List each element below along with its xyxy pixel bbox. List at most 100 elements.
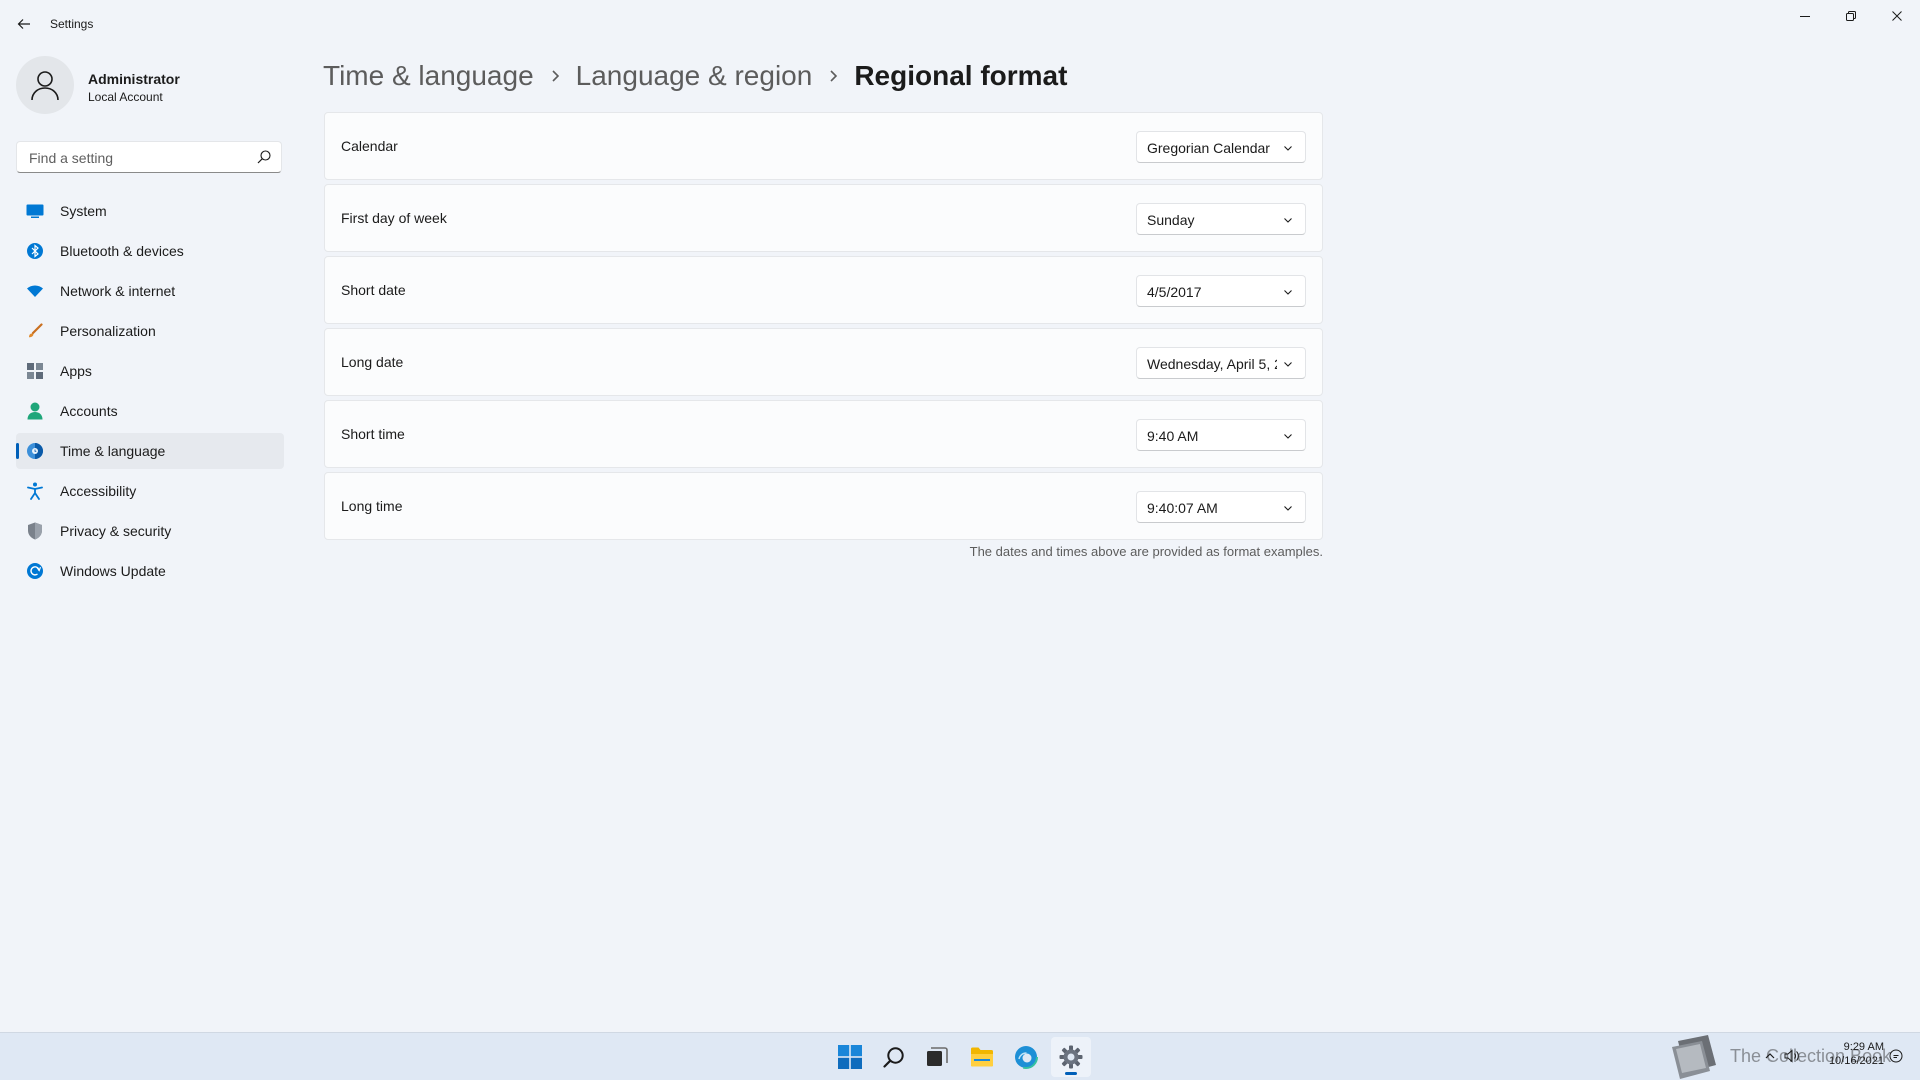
breadcrumb: Time & language Language & region Region…	[323, 54, 1067, 98]
breadcrumb-language-region[interactable]: Language & region	[576, 60, 813, 92]
user-icon	[31, 71, 59, 101]
taskbar	[0, 1032, 1920, 1080]
settings-list: Calendar Gregorian Calendar First day of…	[324, 112, 1323, 544]
dropdown-value: 4/5/2017	[1147, 284, 1202, 300]
bluetooth-icon	[26, 242, 44, 260]
settings-gear-icon	[1059, 1045, 1083, 1069]
breadcrumb-time-language[interactable]: Time & language	[323, 60, 534, 92]
dropdown-value: 9:40 AM	[1147, 428, 1199, 444]
edge-icon	[1014, 1045, 1038, 1069]
sidebar-item-label: Personalization	[60, 323, 156, 339]
volume-icon[interactable]	[1784, 1049, 1800, 1063]
sidebar-item-label: Windows Update	[60, 563, 166, 579]
notification-icon	[1889, 1049, 1903, 1063]
update-icon	[26, 562, 44, 580]
system-tray	[1764, 1044, 1800, 1068]
sidebar-item-label: Accessibility	[60, 483, 137, 499]
long-date-dropdown[interactable]: Wednesday, April 5, 2017	[1136, 347, 1306, 379]
chevron-down-icon	[1284, 218, 1292, 223]
brush-icon	[26, 322, 44, 340]
dropdown-value: 9:40:07 AM	[1147, 500, 1218, 516]
sidebar-item-label: Time & language	[60, 443, 166, 459]
chevron-right-icon	[534, 66, 576, 86]
sidebar-item-system[interactable]: System	[16, 193, 284, 229]
setting-label: Calendar	[341, 138, 398, 154]
setting-long-date: Long date Wednesday, April 5, 2017	[324, 328, 1323, 396]
accessibility-icon	[26, 482, 44, 500]
file-explorer-button[interactable]	[962, 1037, 1002, 1077]
search-icon	[883, 1047, 904, 1068]
settings-taskbar-button[interactable]	[1051, 1037, 1091, 1077]
setting-label: Short time	[341, 426, 405, 442]
setting-first-day-of-week: First day of week Sunday	[324, 184, 1323, 252]
sidebar-item-time-language[interactable]: Time & language	[16, 433, 284, 469]
restore-icon	[1846, 11, 1856, 21]
chevron-right-icon	[812, 66, 854, 86]
close-button[interactable]	[1874, 0, 1920, 32]
sidebar-item-label: Network & internet	[60, 283, 176, 299]
profile-account-type: Local Account	[88, 90, 163, 104]
format-examples-note: The dates and times above are provided a…	[969, 544, 1323, 559]
profile-name: Administrator	[88, 71, 180, 87]
sidebar-item-windows-update[interactable]: Windows Update	[16, 553, 284, 589]
person-icon	[26, 402, 44, 420]
chevron-up-icon[interactable]	[1764, 1050, 1776, 1062]
setting-calendar: Calendar Gregorian Calendar	[324, 112, 1323, 180]
sidebar-item-privacy-security[interactable]: Privacy & security	[16, 513, 284, 549]
setting-short-date: Short date 4/5/2017	[324, 256, 1323, 324]
restore-button[interactable]	[1828, 0, 1874, 32]
setting-label: Long date	[341, 354, 404, 370]
setting-label: Long time	[341, 498, 403, 514]
task-view-button[interactable]	[917, 1037, 957, 1077]
clock-date: 10/16/2021	[1828, 1055, 1884, 1067]
search-icon[interactable]	[257, 150, 271, 164]
taskbar-search-button[interactable]	[874, 1037, 914, 1077]
taskbar-clock[interactable]: 9:29 AM 10/16/2021	[1810, 1040, 1884, 1068]
short-date-dropdown[interactable]: 4/5/2017	[1136, 275, 1306, 307]
search-box	[16, 141, 282, 174]
sidebar-item-label: Privacy & security	[60, 523, 172, 539]
notification-button[interactable]	[1886, 1046, 1906, 1066]
minimize-icon	[1800, 16, 1810, 17]
minimize-button[interactable]	[1782, 0, 1828, 32]
dropdown-value: Gregorian Calendar	[1147, 140, 1270, 156]
setting-short-time: Short time 9:40 AM	[324, 400, 1323, 468]
sidebar-item-label: Apps	[60, 363, 92, 379]
edge-button[interactable]	[1006, 1037, 1046, 1077]
sidebar-item-label: Accounts	[60, 403, 118, 419]
start-icon	[838, 1045, 862, 1069]
wifi-icon	[26, 282, 44, 300]
setting-label: First day of week	[341, 210, 447, 226]
file-explorer-icon	[971, 1047, 993, 1067]
globe-clock-icon	[26, 442, 44, 460]
first-day-dropdown[interactable]: Sunday	[1136, 203, 1306, 235]
setting-label: Short date	[341, 282, 406, 298]
chevron-down-icon	[1284, 362, 1292, 367]
sidebar-item-bluetooth-devices[interactable]: Bluetooth & devices	[16, 233, 284, 269]
settings-window: Settings Administrator Local Account Fin…	[0, 0, 1920, 1032]
clock-time: 9:29 AM	[1843, 1041, 1884, 1053]
sidebar-item-accessibility[interactable]: Accessibility	[16, 473, 284, 509]
calendar-dropdown[interactable]: Gregorian Calendar	[1136, 131, 1306, 163]
task-view-icon	[927, 1047, 948, 1066]
avatar	[16, 56, 74, 114]
sidebar-item-personalization[interactable]: Personalization	[16, 313, 284, 349]
title-bar: Settings	[0, 0, 1920, 48]
sidebar-item-accounts[interactable]: Accounts	[16, 393, 284, 429]
short-time-dropdown[interactable]: 9:40 AM	[1136, 419, 1306, 451]
close-icon	[1892, 11, 1902, 21]
search-input[interactable]	[27, 142, 251, 174]
back-button[interactable]	[10, 10, 38, 38]
long-time-dropdown[interactable]: 9:40:07 AM	[1136, 491, 1306, 523]
start-button[interactable]	[830, 1037, 870, 1077]
sidebar-item-apps[interactable]: Apps	[16, 353, 284, 389]
setting-long-time: Long time 9:40:07 AM	[324, 472, 1323, 540]
chevron-down-icon	[1284, 434, 1292, 439]
apps-icon	[26, 362, 44, 380]
sidebar-item-network-internet[interactable]: Network & internet	[16, 273, 284, 309]
chevron-down-icon	[1284, 290, 1292, 295]
page-title: Regional format	[854, 60, 1068, 91]
chevron-down-icon	[1284, 146, 1292, 151]
user-profile[interactable]: Administrator Local Account	[16, 56, 276, 120]
back-arrow-icon	[17, 19, 30, 29]
